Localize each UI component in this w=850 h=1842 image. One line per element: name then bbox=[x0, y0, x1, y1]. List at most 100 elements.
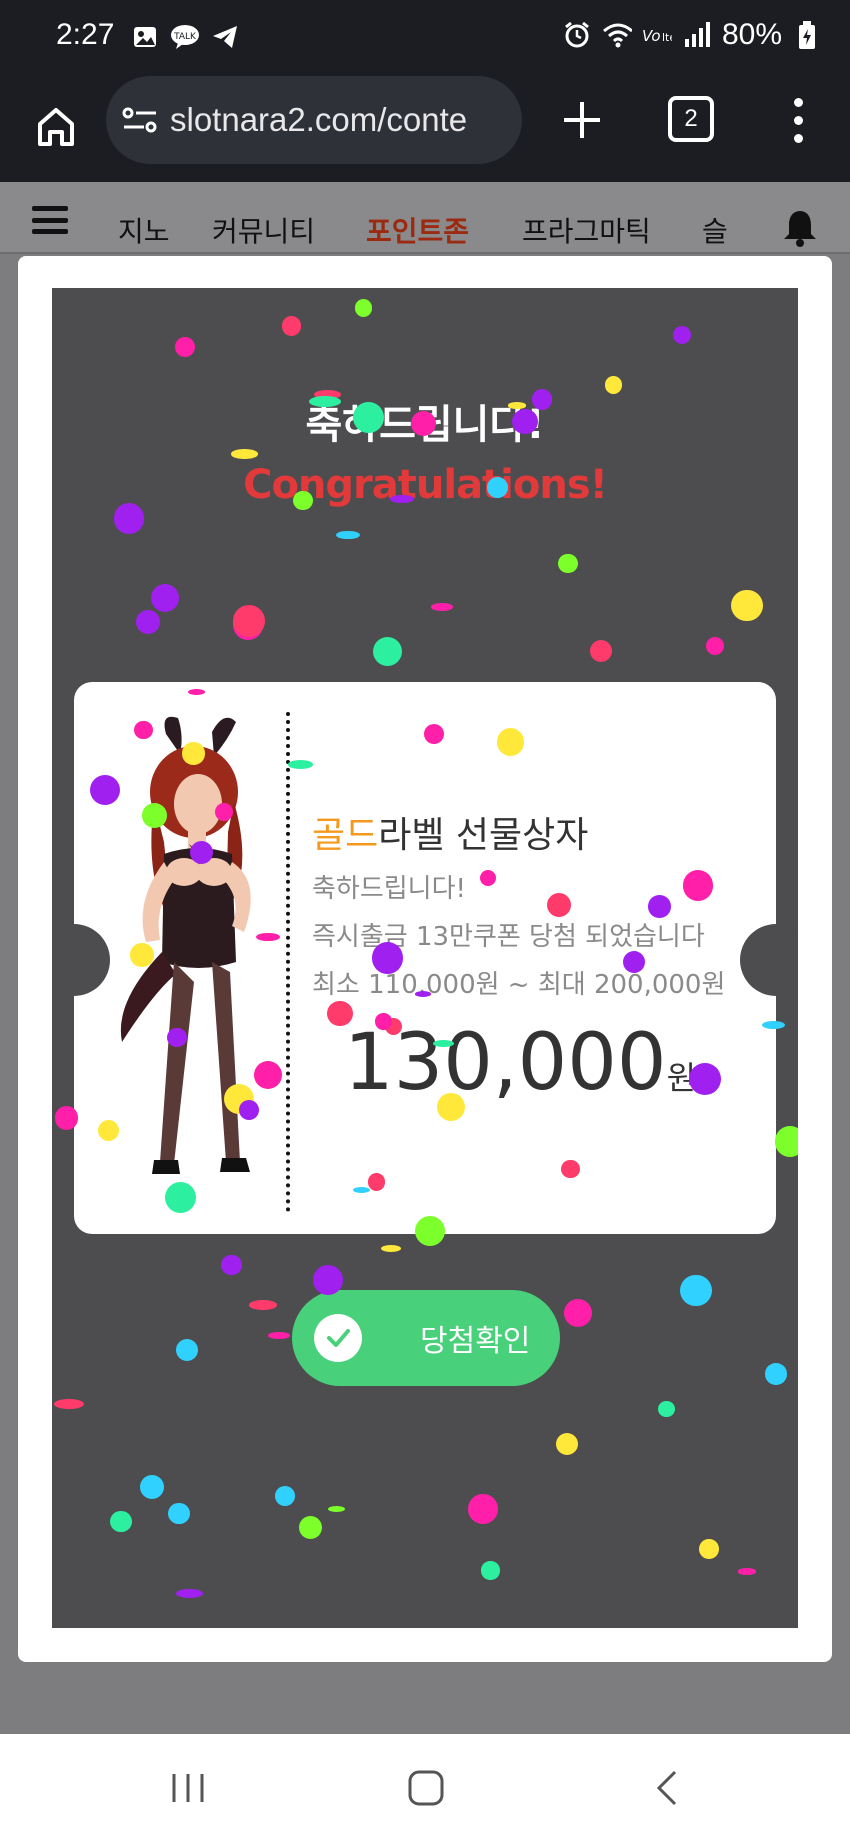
confetti-dot bbox=[486, 477, 508, 498]
confetti-dot bbox=[110, 1510, 132, 1533]
svg-text:Vo: Vo bbox=[642, 27, 661, 45]
battery-icon bbox=[792, 20, 822, 50]
confetti-dot bbox=[233, 605, 265, 638]
recent-apps-button[interactable] bbox=[158, 1762, 218, 1814]
nav-item-community[interactable]: 커뮤니티 bbox=[212, 210, 315, 250]
confetti-dot bbox=[367, 1173, 386, 1191]
volte-icon: Volte bbox=[642, 20, 672, 50]
hamburger-menu-icon[interactable] bbox=[32, 206, 68, 234]
gift-range: 최소 110,000원 ~ 최대 200,000원 bbox=[312, 970, 726, 1000]
confetti-dot bbox=[352, 1186, 371, 1193]
battery-percent: 80% bbox=[721, 18, 782, 51]
alarm-icon bbox=[562, 20, 592, 50]
confetti-dot bbox=[134, 721, 153, 740]
url-bar[interactable]: slotnara2.com/conte bbox=[106, 76, 522, 164]
confetti-dot bbox=[175, 337, 195, 358]
confetti-dot bbox=[231, 449, 259, 459]
confetti-dot bbox=[531, 389, 553, 410]
confetti-dot bbox=[182, 742, 205, 765]
confetti-dot bbox=[604, 376, 623, 394]
new-tab-button[interactable] bbox=[552, 90, 612, 150]
congrats-subtitle: Congratulations! bbox=[243, 462, 608, 508]
confetti-dot bbox=[249, 1299, 278, 1310]
confetti-dot bbox=[546, 893, 571, 918]
confetti-dot bbox=[731, 590, 763, 622]
svg-text:TALK: TALK bbox=[173, 32, 197, 42]
confirm-button-label: 당첨확인 bbox=[420, 1324, 531, 1359]
nav-item-zino[interactable]: 지노 bbox=[118, 210, 170, 250]
more-dot-icon bbox=[793, 133, 803, 143]
confetti-dot bbox=[563, 1298, 593, 1328]
confetti-dot bbox=[256, 932, 280, 941]
confetti-dot bbox=[268, 1331, 290, 1340]
tab-switcher-button[interactable]: 2 bbox=[668, 96, 714, 142]
plus-icon bbox=[564, 102, 600, 138]
confetti-dot bbox=[176, 1589, 204, 1599]
confetti-dot bbox=[431, 603, 454, 611]
prize-modal-body: 축하드립니다! Congratulations! 골드라벨 선물상자 bbox=[52, 288, 798, 1628]
home-nav-button[interactable] bbox=[396, 1762, 456, 1814]
confetti-dot bbox=[372, 636, 403, 666]
nav-item-slot[interactable]: 슬 bbox=[702, 210, 728, 250]
telegram-icon bbox=[210, 22, 240, 52]
gift-title: 골드라벨 선물상자 bbox=[312, 806, 588, 858]
confetti-dot bbox=[433, 1039, 454, 1047]
confetti-dot bbox=[54, 1398, 85, 1410]
confetti-dot bbox=[214, 802, 233, 821]
confetti-dot bbox=[648, 895, 671, 918]
confetti-dot bbox=[507, 401, 527, 409]
system-nav-bar bbox=[0, 1734, 850, 1842]
confetti-dot bbox=[89, 775, 120, 806]
confetti-dot bbox=[561, 1159, 580, 1179]
recent-apps-icon bbox=[172, 1774, 204, 1802]
gift-description: 즉시출금 13만쿠폰 당첨 되었습니다 bbox=[312, 922, 705, 952]
gift-title-rest: 라벨 선물상자 bbox=[378, 815, 589, 856]
confetti-dot bbox=[415, 1215, 446, 1246]
status-time: 2:27 bbox=[56, 18, 115, 51]
confetti-dot bbox=[380, 1244, 402, 1253]
confetti-dot bbox=[288, 759, 314, 769]
confetti-dot bbox=[765, 1363, 788, 1385]
confetti-dot bbox=[410, 410, 437, 437]
browser-toolbar: slotnara2.com/conte 2 bbox=[0, 76, 850, 182]
confetti-dot bbox=[512, 408, 538, 435]
confetti-dot bbox=[479, 870, 496, 887]
confetti-dot bbox=[680, 1274, 712, 1307]
character-illustration bbox=[120, 716, 251, 1174]
confetti-dot bbox=[496, 728, 525, 756]
confetti-dot bbox=[312, 1264, 344, 1295]
home-button[interactable] bbox=[26, 96, 86, 156]
confetti-dot bbox=[238, 1100, 259, 1121]
confetti-dot bbox=[352, 401, 384, 433]
confetti-dot bbox=[309, 395, 341, 407]
confetti-dot bbox=[114, 503, 145, 534]
gift-ticket: 골드라벨 선물상자 축하드립니다! 즉시출금 13만쿠폰 당첨 되었습니다 최소… bbox=[52, 682, 798, 1234]
confetti-dot bbox=[590, 640, 613, 663]
svg-text:lte: lte bbox=[662, 31, 672, 44]
nav-item-pragmatic[interactable]: 프라그마틱 bbox=[522, 210, 651, 250]
back-button[interactable] bbox=[636, 1762, 696, 1814]
confetti-dot bbox=[557, 553, 578, 574]
home-square-icon bbox=[408, 1770, 444, 1806]
confetti-dot bbox=[556, 1433, 579, 1456]
confetti-dot bbox=[774, 1126, 798, 1158]
nav-item-point-zone[interactable]: 포인트존 bbox=[366, 210, 469, 250]
confetti-dot bbox=[436, 1093, 465, 1122]
gallery-icon bbox=[130, 22, 160, 52]
signal-icon bbox=[682, 20, 712, 50]
browser-menu-button[interactable] bbox=[778, 90, 818, 150]
confetti-dot bbox=[176, 1338, 199, 1361]
confetti-dot bbox=[414, 990, 432, 997]
bell-icon[interactable] bbox=[780, 208, 820, 248]
confetti-dot bbox=[327, 1505, 346, 1512]
confetti-dot bbox=[151, 583, 180, 612]
confetti-dot bbox=[54, 1105, 79, 1130]
more-dot-icon bbox=[793, 97, 803, 107]
status-bar: 2:27 TALK Volte 80% bbox=[0, 0, 850, 76]
confirm-prize-button[interactable]: 당첨확인 bbox=[292, 1290, 560, 1386]
url-text[interactable]: slotnara2.com/conte bbox=[170, 101, 510, 139]
confetti-dot bbox=[688, 1063, 721, 1096]
site-settings-icon[interactable] bbox=[122, 105, 158, 135]
confetti-dot bbox=[97, 1120, 119, 1142]
confetti-dot bbox=[168, 1502, 190, 1525]
